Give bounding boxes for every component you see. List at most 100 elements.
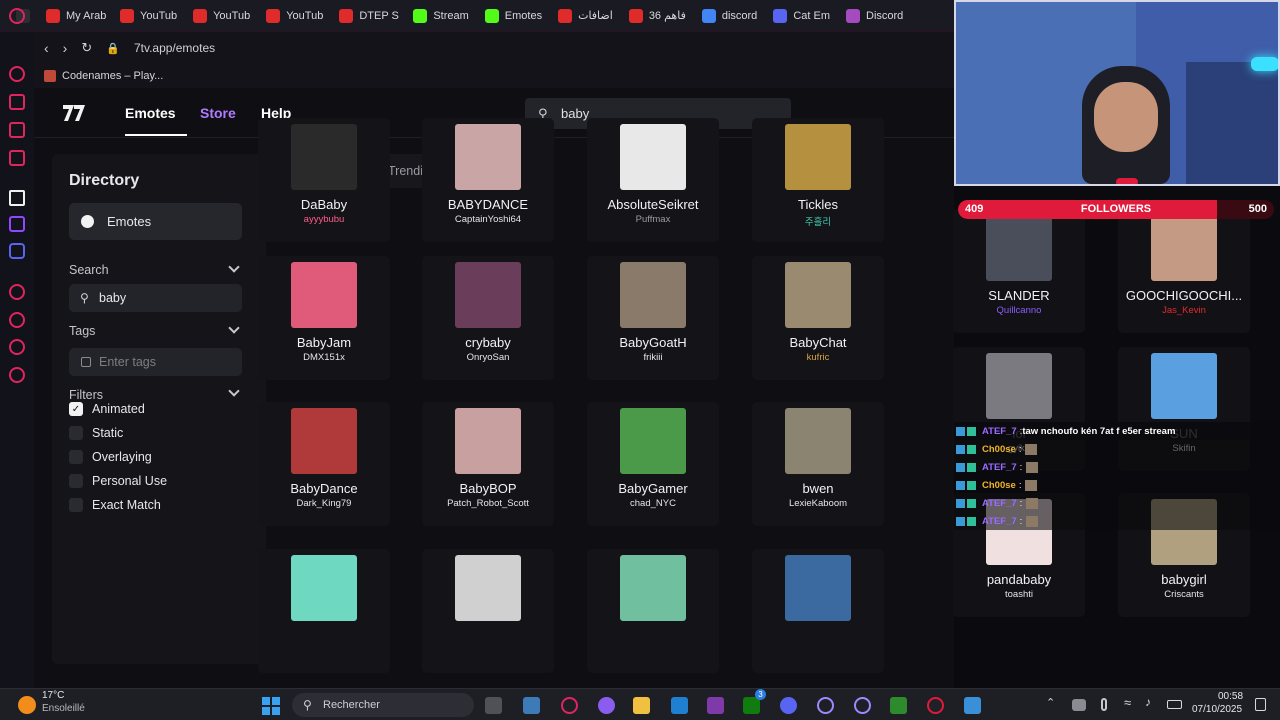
- emote-card[interactable]: [422, 549, 554, 673]
- bookmark-item[interactable]: اضافات: [550, 0, 621, 32]
- gx-corner-icon[interactable]: [9, 150, 25, 166]
- forward-icon[interactable]: ›: [63, 40, 68, 56]
- emote-card[interactable]: GOOCHIGOOCHI... Jas_Kevin: [1118, 209, 1250, 333]
- bookmark-item[interactable]: Cat Em: [765, 0, 838, 32]
- filter-option[interactable]: Static: [69, 425, 123, 441]
- filter-option[interactable]: Personal Use: [69, 473, 167, 489]
- opera-logo-icon[interactable]: [9, 8, 25, 24]
- filter-option[interactable]: Overlaying: [69, 449, 152, 465]
- back-icon[interactable]: ‹: [44, 40, 49, 56]
- 7tv-logo-icon[interactable]: [62, 104, 86, 122]
- microphone-icon[interactable]: [1101, 698, 1107, 711]
- nav-emotes[interactable]: Emotes: [125, 105, 176, 121]
- volume-icon[interactable]: ♪: [1145, 695, 1151, 709]
- tab-codenames[interactable]: Codenames – Play...: [62, 70, 163, 82]
- emote-author[interactable]: DMX151x: [258, 352, 390, 363]
- bookmark-item[interactable]: YouTub: [258, 0, 331, 32]
- bookmark-item[interactable]: 36 فاهم: [621, 0, 694, 32]
- bookmark-item[interactable]: YouTub: [185, 0, 258, 32]
- filter-option[interactable]: ✓ Animated: [69, 401, 145, 417]
- emote-author[interactable]: OnryoSan: [422, 352, 554, 363]
- emote-card[interactable]: [752, 549, 884, 673]
- discord-icon[interactable]: [9, 243, 25, 259]
- chevron-down-icon[interactable]: [228, 322, 240, 334]
- emote-card[interactable]: BabyBOP Patch_Robot_Scott: [422, 402, 554, 526]
- emote-card[interactable]: crybaby OnryoSan: [422, 256, 554, 380]
- extensions-icon[interactable]: [9, 339, 25, 355]
- photo-app-icon[interactable]: [707, 697, 724, 714]
- bookmark-item[interactable]: YouTub: [112, 0, 185, 32]
- filter-checkbox[interactable]: [69, 498, 83, 512]
- emote-author[interactable]: frikiii: [587, 352, 719, 363]
- opera-taskbar-icon-2[interactable]: [854, 697, 871, 714]
- bookmark-item[interactable]: My Arab: [38, 0, 112, 32]
- weather-sun-icon[interactable]: [18, 696, 36, 714]
- wifi-icon[interactable]: ≈: [1124, 695, 1131, 710]
- opera-gx-icon[interactable]: [561, 697, 578, 714]
- emote-author[interactable]: chad_NYC: [587, 498, 719, 509]
- emote-card[interactable]: BabyGamer chad_NYC: [587, 402, 719, 526]
- emote-author[interactable]: CaptainYoshi64: [422, 214, 554, 225]
- photos-icon[interactable]: [964, 697, 981, 714]
- filter-checkbox[interactable]: [69, 426, 83, 440]
- twitch-icon[interactable]: [9, 216, 25, 232]
- emote-author[interactable]: Dark_King79: [258, 498, 390, 509]
- chevron-down-icon[interactable]: [228, 261, 240, 273]
- bookmark-item[interactable]: Emotes: [477, 0, 550, 32]
- emote-card[interactable]: bwen LexieKaboom: [752, 402, 884, 526]
- player-icon[interactable]: [9, 284, 25, 300]
- reload-icon[interactable]: ↻: [81, 40, 92, 56]
- tray-chevron-up-icon[interactable]: ⌃: [1046, 696, 1055, 709]
- emote-card[interactable]: BabyJam DMX151x: [258, 256, 390, 380]
- emote-author[interactable]: Jas_Kevin: [1118, 305, 1250, 316]
- store-app-icon[interactable]: [671, 697, 688, 714]
- emote-card[interactable]: BabyChat kufric: [752, 256, 884, 380]
- emote-card[interactable]: DaBaby ayyybubu: [258, 118, 390, 242]
- bookmark-item[interactable]: Discord: [838, 0, 911, 32]
- emote-author[interactable]: ayyybubu: [258, 214, 390, 225]
- taskbar-search[interactable]: ⚲ Rechercher: [292, 693, 474, 717]
- emote-card[interactable]: BabyGoatH frikiii: [587, 256, 719, 380]
- terminal-icon[interactable]: [890, 697, 907, 714]
- battery-icon[interactable]: [1167, 700, 1182, 709]
- discord-taskbar-icon[interactable]: [780, 697, 797, 714]
- emote-author[interactable]: Quillcanno: [953, 305, 1085, 316]
- settings-icon[interactable]: [9, 367, 25, 383]
- emote-card[interactable]: SLANDER Quillcanno: [953, 209, 1085, 333]
- clock-time[interactable]: 00:58: [1218, 691, 1243, 702]
- emote-card[interactable]: AbsoluteSeikret Puffmax: [587, 118, 719, 242]
- filter-checkbox[interactable]: [69, 474, 83, 488]
- emote-card[interactable]: Tickles 주흘리: [752, 118, 884, 242]
- emote-author[interactable]: Criscants: [1118, 589, 1250, 600]
- emote-author[interactable]: toashti: [953, 589, 1085, 600]
- opera-taskbar-icon[interactable]: [817, 697, 834, 714]
- clock-date[interactable]: 07/10/2025: [1192, 704, 1242, 715]
- nav-store[interactable]: Store: [200, 105, 236, 121]
- cloud-icon[interactable]: [1072, 699, 1086, 711]
- weather-temp[interactable]: 17°C: [42, 690, 64, 701]
- url-field[interactable]: 7tv.app/emotes: [134, 41, 215, 55]
- bookmark-item[interactable]: Stream: [405, 0, 476, 32]
- extension-icon[interactable]: [9, 94, 25, 110]
- file-explorer-icon[interactable]: [633, 697, 650, 714]
- widgets-icon[interactable]: [523, 697, 540, 714]
- 7tv-sidebar-icon[interactable]: [9, 190, 25, 206]
- filter-checkbox[interactable]: [69, 450, 83, 464]
- obs-icon[interactable]: [927, 697, 944, 714]
- copilot-icon[interactable]: [598, 697, 615, 714]
- filter-option[interactable]: Exact Match: [69, 497, 161, 513]
- directory-search-input[interactable]: ⚲ baby: [69, 284, 242, 312]
- notifications-icon[interactable]: [1255, 698, 1266, 711]
- emote-author[interactable]: Puffmax: [587, 214, 719, 225]
- directory-emotes-item[interactable]: Emotes: [69, 203, 242, 240]
- emote-card[interactable]: [587, 549, 719, 673]
- task-view-icon[interactable]: [485, 697, 502, 714]
- emote-author[interactable]: 주흘리: [752, 214, 884, 228]
- speed-dial-icon[interactable]: [9, 66, 25, 82]
- pinboard-icon[interactable]: [9, 122, 25, 138]
- emote-card[interactable]: BABYDANCE CaptainYoshi64: [422, 118, 554, 242]
- emote-author[interactable]: Patch_Robot_Scott: [422, 498, 554, 509]
- filter-checkbox[interactable]: ✓: [69, 402, 83, 416]
- bookmark-item[interactable]: DTEP S: [331, 0, 405, 32]
- windows-start-icon[interactable]: [262, 697, 280, 715]
